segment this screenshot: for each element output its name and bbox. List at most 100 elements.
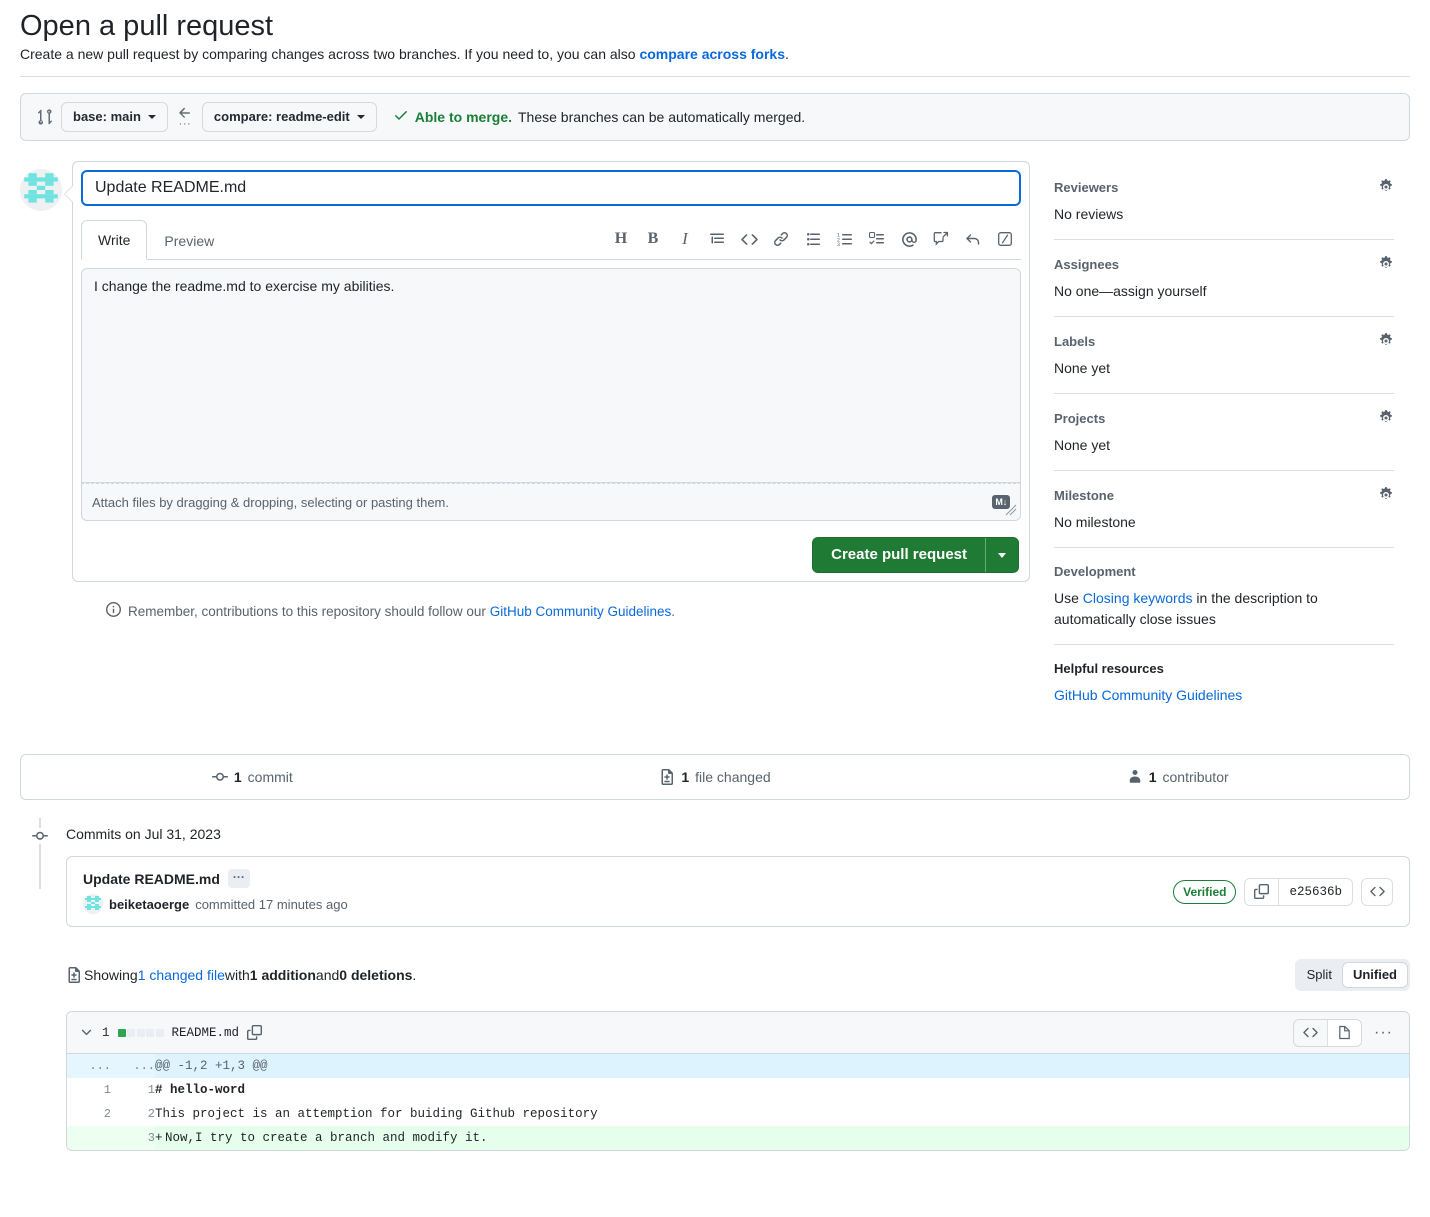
diff-addition-row: 3 + Now,I try to create a branch and modi… (67, 1126, 1409, 1151)
compare-across-forks-link[interactable]: compare across forks (639, 46, 785, 62)
commit-sha[interactable]: e25636b (1279, 879, 1352, 905)
helpful-resources-body: GitHub Community Guidelines (1054, 685, 1394, 706)
milestone-header: Milestone (1054, 487, 1394, 503)
stat-contributors[interactable]: 1 contributor (946, 769, 1409, 785)
unordered-list-icon[interactable] (797, 225, 829, 253)
chevron-down-icon[interactable] (79, 1025, 94, 1040)
commit-expand-button[interactable]: ··· (227, 869, 250, 889)
split-view-button[interactable]: Split (1297, 962, 1342, 988)
subtitle-text-post: . (785, 46, 789, 63)
unified-view-button[interactable]: Unified (1341, 962, 1408, 989)
commit-sha-group: e25636b (1244, 877, 1353, 906)
ordered-list-icon[interactable]: 123 (829, 225, 861, 253)
helpful-community-guidelines-link[interactable]: GitHub Community Guidelines (1054, 687, 1242, 703)
tab-preview[interactable]: Preview (147, 221, 231, 260)
context-old-line: 1 (103, 1083, 111, 1098)
italic-icon[interactable]: I (669, 225, 701, 253)
bold-icon[interactable]: B (637, 225, 669, 253)
commit-author-name[interactable]: beiketaoerge (109, 897, 189, 912)
sidebar-section-development: Development Use Closing keywords in the … (1054, 548, 1394, 646)
attach-files-bar[interactable]: Attach files by dragging & dropping, sel… (81, 483, 1021, 522)
addition-old-line (67, 1126, 111, 1151)
heading-icon[interactable]: H (605, 225, 637, 253)
task-list-icon[interactable] (861, 225, 893, 253)
helpful-resources-header: Helpful resources (1054, 661, 1394, 676)
quote-icon[interactable] (701, 225, 733, 253)
comment-arrow (62, 185, 74, 204)
assignees-label: Assignees (1054, 256, 1120, 272)
stat-files-changed[interactable]: 1 file changed (484, 769, 947, 786)
milestone-label: Milestone (1054, 487, 1114, 503)
diff-context-row: 1 1 # hello-word (67, 1078, 1409, 1102)
labels-label: Labels (1054, 333, 1096, 349)
create-pr-dropdown-toggle[interactable] (985, 538, 1018, 573)
check-icon (393, 107, 409, 127)
chevron-down-icon (147, 115, 156, 120)
deletions-count: 0 deletions (339, 967, 413, 984)
code-icon[interactable] (733, 225, 765, 253)
assignees-value[interactable]: No one—assign yourself (1054, 283, 1207, 299)
context-code-text: # hello-word (155, 1083, 246, 1098)
people-icon (1127, 769, 1143, 785)
development-body: Use Closing keywords in the description … (1054, 588, 1394, 630)
sidebar-section-milestone: Milestone No milestone (1054, 471, 1394, 549)
gear-icon[interactable] (1378, 487, 1394, 503)
note-text-pre: Remember, contributions to this reposito… (128, 603, 490, 619)
diff-file-readme: 1 README.md ··· ... ... @@ -1,2 +1,3 @@ … (66, 1011, 1410, 1152)
diff-filename[interactable]: README.md (172, 1026, 240, 1040)
showing-text: Showing (84, 967, 138, 984)
diff-context-row: 2 2 This project is an attemption for bu… (67, 1102, 1409, 1126)
gear-icon[interactable] (1378, 179, 1394, 195)
merge-status: Able to merge. These branches can be aut… (393, 107, 805, 127)
gear-icon[interactable] (1378, 410, 1394, 426)
diff-table: ... ... @@ -1,2 +1,3 @@ 1 1 # hello-word… (67, 1054, 1409, 1151)
browse-repository-code-icon[interactable] (1361, 877, 1393, 906)
assignees-header: Assignees (1054, 256, 1394, 272)
diff-view-toggle: Split Unified (1294, 959, 1410, 992)
hunk-old-line: ... (67, 1054, 111, 1079)
copy-icon[interactable] (247, 1025, 263, 1041)
diff-file-header: 1 README.md ··· (67, 1012, 1409, 1055)
chevron-down-icon (998, 552, 1006, 558)
tab-write[interactable]: Write (81, 220, 148, 261)
pr-description-textarea[interactable]: I change the readme.md to exercise my ab… (81, 268, 1021, 484)
pr-stats-bar: 1 commit 1 file changed 1 contributor (20, 754, 1410, 801)
stat-contributors-count: 1 (1148, 769, 1157, 786)
addition-new-line: 3 (111, 1126, 155, 1151)
closing-keywords-link[interactable]: Closing keywords (1083, 590, 1193, 606)
pr-title-input[interactable] (81, 170, 1021, 207)
svg-text:3: 3 (837, 242, 840, 247)
copy-icon[interactable] (1245, 878, 1280, 905)
slash-command-icon[interactable] (989, 225, 1021, 253)
gear-icon[interactable] (1378, 256, 1394, 272)
compare-branch-selector[interactable]: compare: readme-edit (201, 102, 377, 133)
diff-summary: Showing 1 changed file with 1 addition a… (66, 967, 416, 984)
helpful-resources-label: Helpful resources (1054, 661, 1164, 677)
commit-author-avatar (83, 894, 103, 915)
changed-file-link[interactable]: 1 changed file (138, 967, 225, 983)
sidebar-section-assignees: Assignees No one—assign yourself (1054, 240, 1394, 318)
reply-icon[interactable] (957, 225, 989, 253)
milestone-body: No milestone (1054, 514, 1136, 531)
mention-icon[interactable] (893, 225, 925, 253)
link-icon[interactable] (765, 225, 797, 253)
stat-commits[interactable]: 1 commit (21, 769, 484, 785)
create-pull-request-button[interactable]: Create pull request (812, 537, 1019, 574)
commits-timeline: Commits on Jul 31, 2023 Update README.md… (20, 818, 1410, 928)
merge-status-strong: Able to merge. (414, 109, 512, 126)
development-text-pre: Use (1054, 590, 1083, 607)
file-icon[interactable] (1327, 1019, 1362, 1046)
base-branch-label: base: main (73, 109, 141, 125)
kebab-icon[interactable]: ··· (1370, 1024, 1397, 1042)
sidebar-section-helpful-resources: Helpful resources GitHub Community Guide… (1054, 645, 1394, 720)
markdown-badge: M↓ (992, 495, 1010, 510)
comment-body-wrap: I change the readme.md to exercise my ab… (81, 268, 1021, 522)
gear-icon[interactable] (1378, 333, 1394, 349)
code-icon[interactable] (1294, 1020, 1327, 1046)
user-avatar (20, 169, 62, 212)
community-guidelines-link[interactable]: GitHub Community Guidelines (490, 604, 672, 619)
reference-icon[interactable] (925, 225, 957, 253)
base-branch-selector[interactable]: base: main (61, 102, 168, 133)
commit-message-link[interactable]: Update README.md (83, 871, 220, 887)
verified-badge[interactable]: Verified (1173, 879, 1237, 904)
